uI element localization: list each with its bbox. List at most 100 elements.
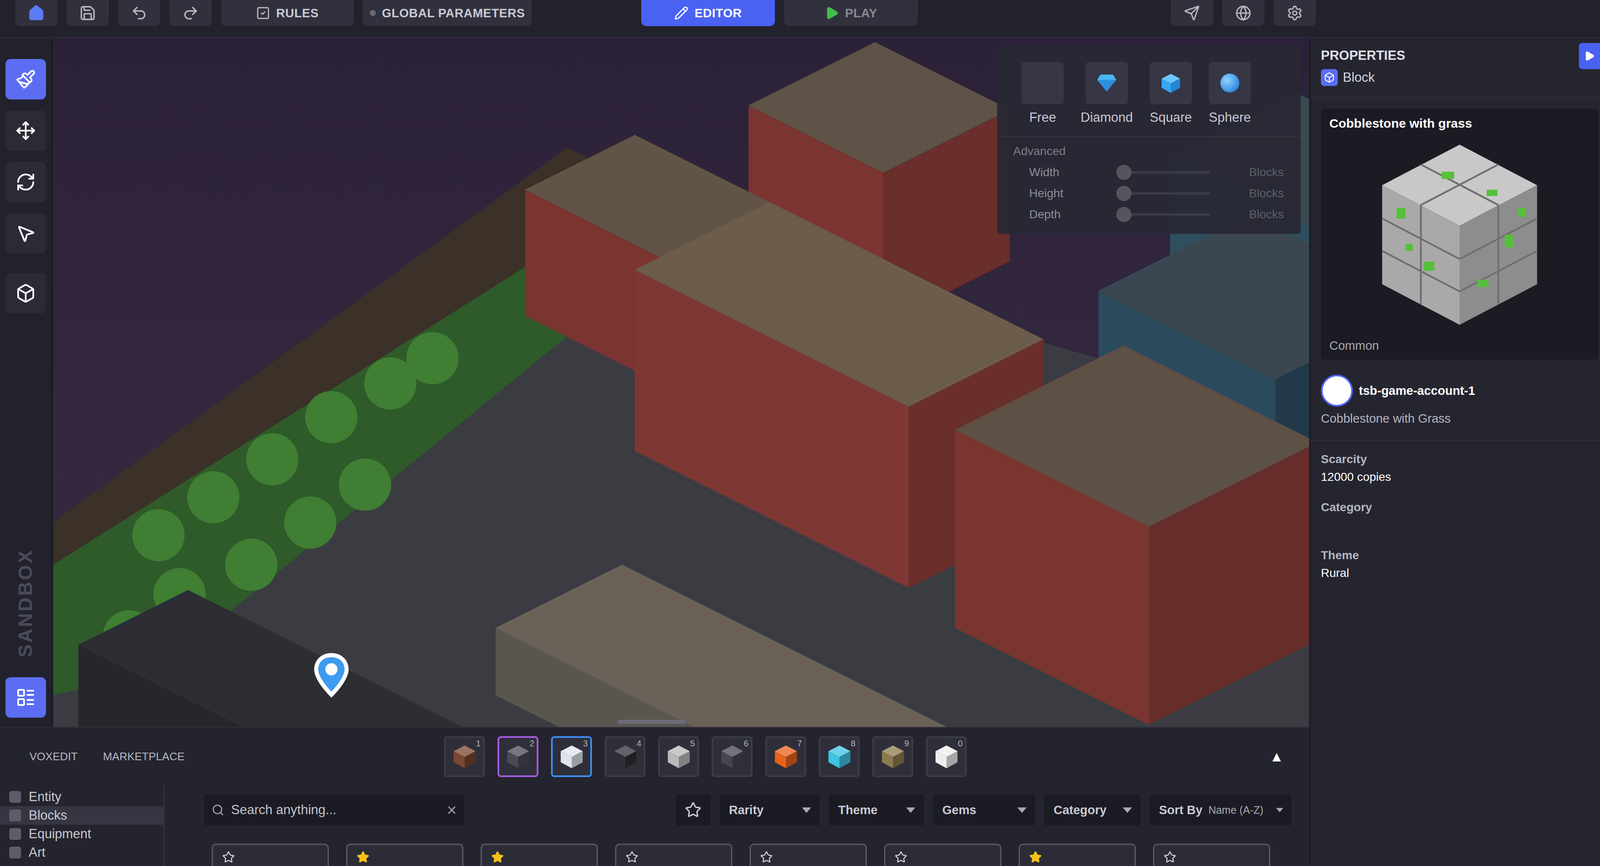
redo-button[interactable] <box>169 0 212 27</box>
rules-button[interactable]: RULES <box>220 0 354 27</box>
owner-block: tsb-game-account-1Cobblestone with Grass <box>1310 359 1600 442</box>
shape-list: Free Diamond Square Sphere <box>997 45 1301 138</box>
hotbar-slot[interactable]: 9 <box>872 736 914 778</box>
settings-button[interactable] <box>1273 0 1316 27</box>
hotbar-slot[interactable]: 1 <box>443 736 485 778</box>
owner-name[interactable]: tsb-game-account-1 <box>1358 384 1476 398</box>
move-icon <box>15 120 36 141</box>
favorite-star-icon[interactable] <box>356 851 370 864</box>
game-viewport[interactable]: FreeDiamondSquareSphereAdvancedWidthBloc… <box>53 37 1310 728</box>
global-parameters-button[interactable]: GLOBAL PARAMETERS <box>363 0 532 27</box>
category-icon <box>9 791 22 804</box>
properties-header: PROPERTIESBlock <box>1310 37 1600 98</box>
hotbar-slot[interactable]: 3 <box>551 736 592 778</box>
undo-button[interactable] <box>118 0 161 27</box>
owner-avatar[interactable] <box>1320 374 1353 407</box>
asset-card[interactable] <box>615 844 733 866</box>
checklist-icon <box>255 5 271 21</box>
mode-label: PLAY <box>844 6 878 21</box>
slider-knob[interactable] <box>1116 164 1132 181</box>
filter-dropdown[interactable]: Rarity <box>719 794 820 826</box>
language-button[interactable] <box>1222 0 1265 27</box>
asset-card[interactable] <box>1153 844 1271 866</box>
tool-button[interactable] <box>5 59 46 100</box>
favorite-star-icon[interactable] <box>625 851 639 864</box>
home-button[interactable] <box>15 0 58 27</box>
tool-button[interactable] <box>5 161 46 203</box>
shape-option[interactable]: Free <box>1021 61 1064 126</box>
clear-search-button[interactable]: × <box>446 801 457 821</box>
category-icon <box>9 828 22 841</box>
asset-browser: Search anything...× Rarity Theme GemsCatego… <box>164 785 1310 866</box>
category-label: Blocks <box>28 808 68 824</box>
slider-track[interactable] <box>1119 171 1211 174</box>
shape-option[interactable]: Sphere <box>1208 61 1251 126</box>
favorite-star-icon[interactable] <box>894 851 908 864</box>
asset-field: Scarcity12000 copies <box>1320 452 1590 485</box>
slider-track[interactable] <box>1119 192 1211 195</box>
asset-field: Category <box>1320 500 1590 533</box>
hotbar-slot[interactable]: 6 <box>711 736 753 778</box>
drawer-tab[interactable]: MARKETPLACE <box>102 750 185 764</box>
caret-down-icon <box>905 806 917 815</box>
slider-knob[interactable] <box>1116 207 1132 223</box>
favorite-star-icon[interactable] <box>491 851 504 864</box>
tool-bar: SANDBOX <box>0 37 52 728</box>
tool-button[interactable] <box>5 213 46 254</box>
category-icon <box>9 809 22 822</box>
asset-card[interactable] <box>749 844 867 866</box>
filter-dropdown[interactable]: Theme <box>828 794 924 826</box>
filter-dropdown[interactable]: Category <box>1044 794 1141 826</box>
viewport-handle[interactable] <box>618 720 686 725</box>
map-pin-icon[interactable] <box>311 651 352 702</box>
favorite-star-icon[interactable] <box>222 851 235 864</box>
asset-card[interactable] <box>346 844 464 866</box>
category-item[interactable]: Equipment <box>0 825 164 844</box>
category-item[interactable]: Blocks <box>0 806 164 826</box>
sort-dropdown[interactable]: Sort ByName (A-Z) <box>1149 794 1292 826</box>
favorite-star-icon[interactable] <box>1163 851 1177 864</box>
hotbar-slot[interactable]: 0 <box>925 736 967 778</box>
star-icon <box>684 801 702 819</box>
hotbar-slot[interactable]: 2 <box>497 736 539 778</box>
shape-option[interactable]: Square <box>1149 61 1192 126</box>
tool-button[interactable] <box>5 110 46 151</box>
add-block-icon <box>15 283 36 304</box>
share-button[interactable] <box>1170 0 1213 27</box>
field-value: 12000 copies <box>1320 470 1590 485</box>
slider-track[interactable] <box>1119 213 1211 216</box>
slider-unit: Blocks <box>1220 207 1284 222</box>
hotbar-slot[interactable]: 8 <box>818 736 860 778</box>
slider-knob[interactable] <box>1116 185 1132 202</box>
category-item[interactable]: Art <box>0 843 164 863</box>
filter-dropdown[interactable]: Gems <box>933 794 1036 826</box>
home-icon <box>27 4 45 22</box>
mode-tab[interactable]: EDITOR <box>641 0 775 27</box>
asset-card[interactable] <box>480 844 598 866</box>
asset-card[interactable] <box>884 844 1002 866</box>
asset-card[interactable] <box>1018 844 1136 866</box>
category-label: Equipment <box>28 826 92 842</box>
search-field[interactable]: Search anything...× <box>204 794 465 826</box>
mode-label: EDITOR <box>694 6 742 21</box>
shape-option[interactable]: Diamond <box>1080 61 1133 126</box>
hotbar-slot[interactable]: 5 <box>658 736 700 778</box>
filter-label: Rarity <box>728 803 764 818</box>
category-item[interactable]: Entity <box>0 787 164 807</box>
hotbar: 1 234567890 <box>443 736 967 778</box>
expand-drawer-button[interactable]: ▲ <box>1269 748 1310 766</box>
save-button[interactable] <box>66 0 109 27</box>
collapse-panel-button[interactable] <box>1578 43 1600 70</box>
hotbar-slot[interactable]: 4 <box>604 736 646 778</box>
favorite-star-icon[interactable] <box>1029 851 1042 864</box>
asset-card[interactable] <box>211 844 329 866</box>
hotbar-slot[interactable]: 7 <box>765 736 807 778</box>
mode-tab[interactable]: PLAY <box>784 0 918 27</box>
favorite-star-icon[interactable] <box>760 851 773 864</box>
layers-button[interactable] <box>5 677 46 718</box>
tool-button[interactable] <box>5 273 46 314</box>
favorites-filter-button[interactable] <box>675 794 711 826</box>
tree <box>246 433 299 486</box>
slot-number: 1 <box>475 739 481 749</box>
drawer-tab[interactable]: VOXEDIT <box>29 750 78 764</box>
